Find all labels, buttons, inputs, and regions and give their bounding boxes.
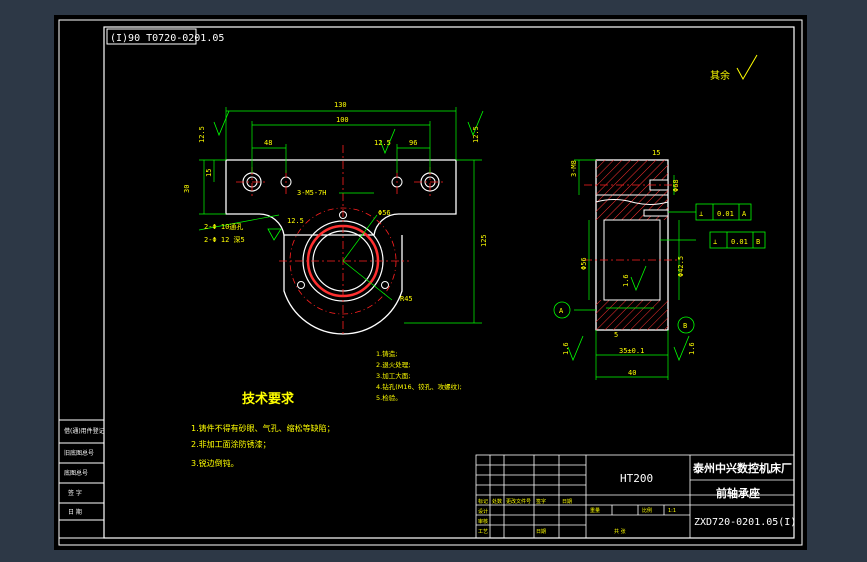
side-thread: 3-M8 [570, 160, 578, 177]
mark-label-3: 更改文件号 [506, 498, 531, 505]
drawing-number: ZXD720-0201.05(I) [694, 517, 796, 528]
dim-roughness-mid: 12.5 [374, 139, 391, 147]
dim-thread-label: 3-M5-7H [297, 189, 327, 197]
left-strip-table [58, 419, 105, 539]
dim-roughness-right: 12.5 [472, 126, 480, 143]
role-label-2: 审核 [478, 518, 488, 525]
dim-overall-height: 125 [480, 234, 488, 247]
tol-2-ref: B [756, 238, 760, 246]
feature-note-4: 4.钻孔(M16、铰孔、攻螺纹); [376, 382, 462, 391]
part-name: 前轴承座 [716, 486, 760, 500]
dim-hole-note-2: 2-Φ 12 深5 [204, 235, 245, 244]
date-label: 日期 [536, 529, 546, 535]
side-ra-mid-label: 1.6 [622, 274, 630, 287]
roughness-symbol [736, 54, 758, 81]
tech-req-1: 1.铸件不得有砂眼、气孔、缩松等缺陷； [191, 423, 335, 433]
dim-hole-note-1: 2-Φ 10通孔 [204, 222, 243, 231]
header-code: (I)90 T0720-0201.05 [110, 33, 224, 44]
side-total: 40 [628, 369, 636, 377]
mark-label-5: 日期 [562, 499, 572, 505]
ra-left [213, 110, 230, 137]
mark-label-4: 签字 [536, 498, 546, 505]
left-strip-5: 日 期 [68, 508, 82, 516]
role-label-1: 设计 [478, 508, 488, 515]
side-bore: Φ56 [580, 257, 588, 270]
dim-thickness: 12.5 [287, 217, 304, 225]
tech-req-2: 2.非加工面涂防锈漆； [191, 439, 271, 449]
dim-left-chamfer: 12.5 [198, 126, 206, 143]
tol-1-val: 0.01 [717, 210, 734, 218]
datum-a: A [559, 307, 564, 315]
tol-1-ref: A [742, 210, 747, 218]
left-strip-2: 旧底图总号 [64, 449, 94, 457]
side-ra-left-label: 1.6 [562, 342, 570, 355]
drawing-canvas: (I)90 T0720-0201.05 其余 借(通)用件登记 旧底图总号 底图… [58, 19, 803, 546]
feature-note-5: 5.检验。 [376, 393, 402, 402]
left-strip-1: 借(通)用件登记 [64, 427, 105, 435]
side-hatch-bottom [596, 300, 668, 330]
drawing-sheet: (I)90 T0720-0201.05 其余 借(通)用件登记 旧底图总号 底图… [54, 15, 807, 550]
dim-right-offset: 96 [409, 139, 417, 147]
ra-hole [267, 228, 282, 241]
left-strip-3: 底图总号 [64, 469, 88, 477]
left-strip-4: 签 字 [68, 489, 82, 497]
side-small: 5 [614, 331, 618, 339]
dim-radius: R45 [400, 295, 413, 303]
feature-note-3: 3.加工大面; [376, 371, 410, 380]
side-ra-left [567, 335, 584, 362]
dim-height-small: 30 [183, 185, 191, 193]
side-ra-right-label: 1.6 [688, 342, 696, 355]
tech-req-3: 3.锐边倒钝。 [191, 458, 239, 468]
scale-label: 比例 [642, 507, 652, 514]
company-name: 泰州中兴数控机床厂 [692, 461, 792, 475]
mark-label-2: 处数 [492, 498, 502, 505]
dim-overall-width: 130 [334, 101, 347, 109]
weight-label: 重量 [590, 507, 600, 514]
roughness-note: 其余 [710, 69, 730, 82]
datum-b: B [683, 322, 687, 330]
side-pin-hole [643, 209, 669, 217]
side-ra-right [673, 335, 690, 362]
tol-2-sym: ⊥ [713, 238, 717, 246]
thread-hole-right [381, 281, 389, 289]
side-dia: Φ68 [672, 179, 680, 192]
thread-hole-left [297, 281, 305, 289]
role-label-3: 工艺 [478, 529, 488, 535]
feature-note-2: 2.退火处理; [376, 360, 410, 369]
front-view [198, 107, 484, 335]
side-bore-2: Φ42.5 [677, 256, 685, 277]
mark-label-1: 标记 [478, 498, 488, 505]
dim-hole-spacing: 100 [336, 116, 349, 124]
tol-1-sym: ⊥ [699, 210, 703, 218]
dim-dia-seat: Φ56 [378, 209, 391, 217]
scale-value: 1:1 [668, 508, 676, 514]
feature-note-1: 1.铸造; [376, 349, 397, 358]
front-base-outline [225, 159, 457, 236]
side-depth: 15 [652, 149, 660, 157]
sheet-label: 共 张 [614, 528, 626, 535]
side-width: 35±0.1 [619, 347, 644, 355]
material: HT200 [620, 472, 653, 485]
dim-depth-small: 15 [205, 169, 213, 177]
tol-2-val: 0.01 [731, 238, 748, 246]
front-centerlines [236, 145, 446, 335]
tech-req-title: 技术要求 [242, 391, 295, 407]
outer-border [58, 19, 803, 546]
dim-left-offset: 48 [264, 139, 272, 147]
